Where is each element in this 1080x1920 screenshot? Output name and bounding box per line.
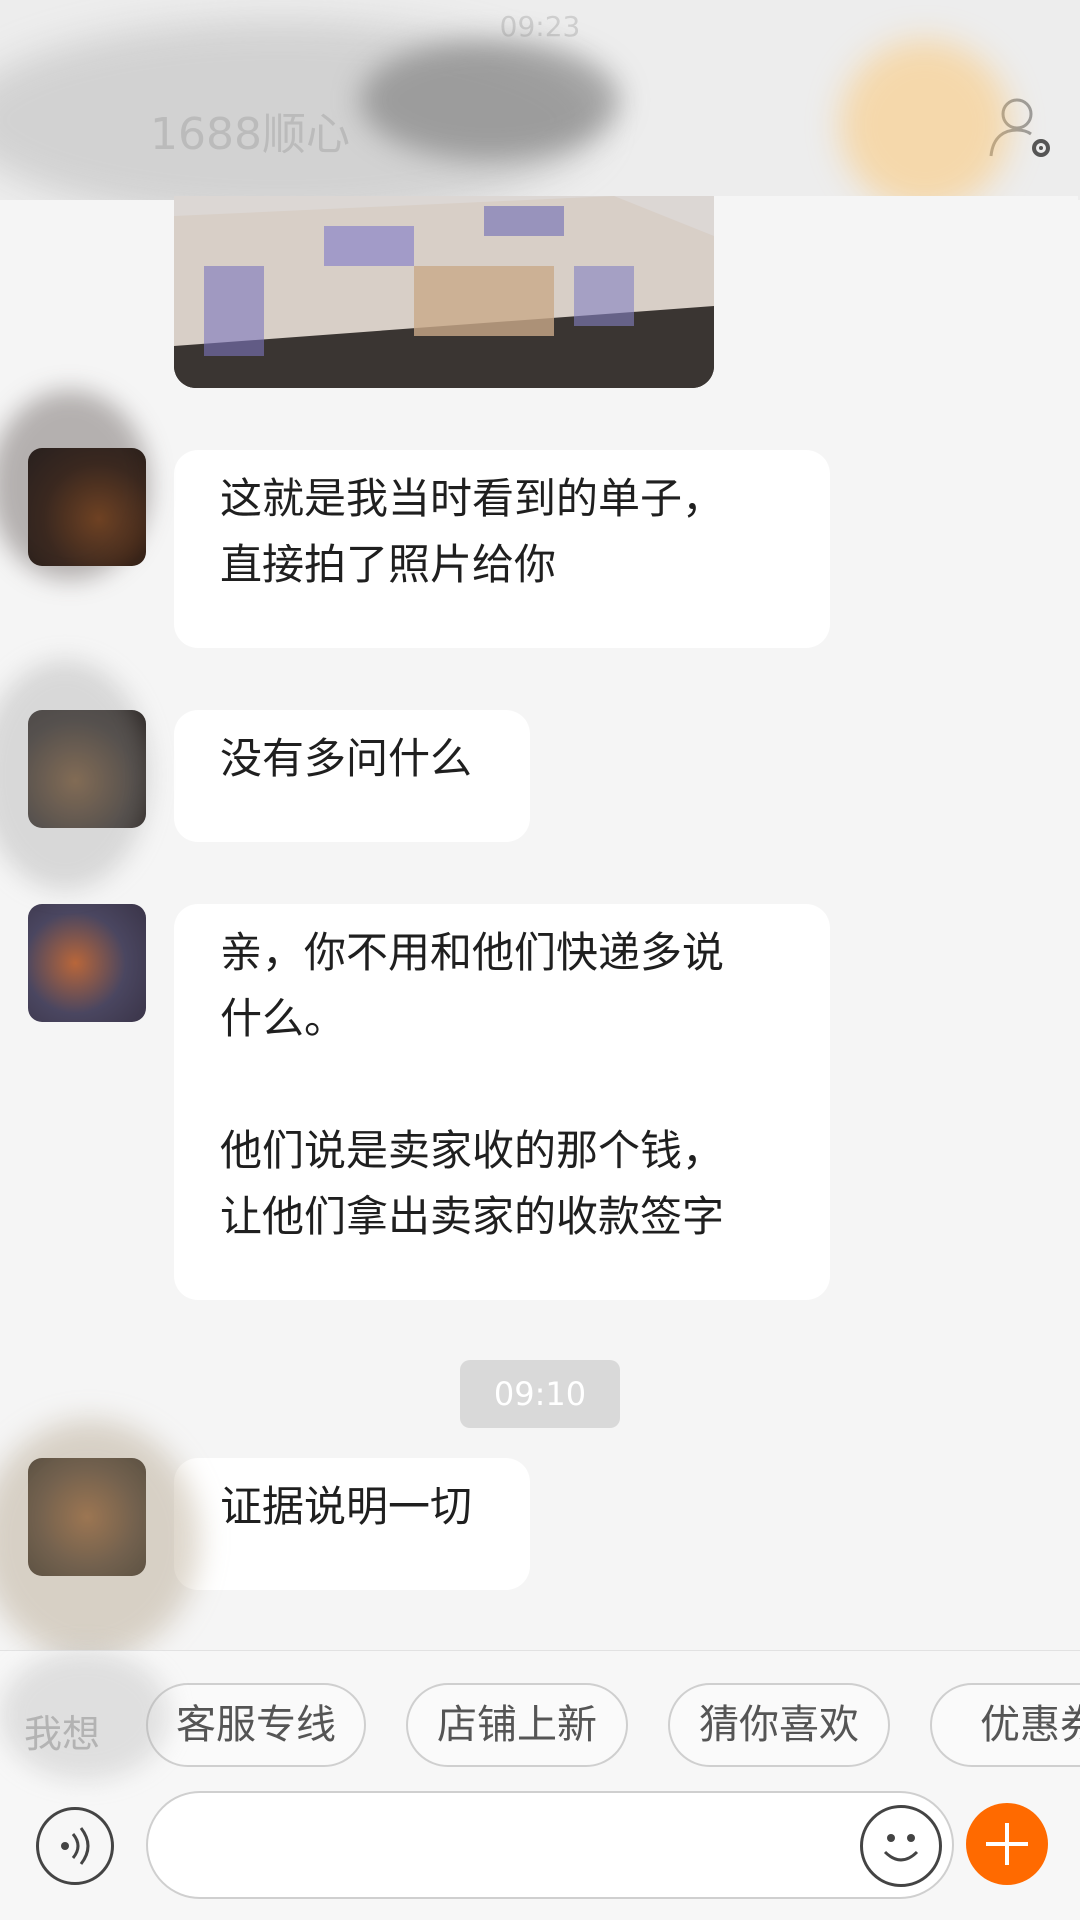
chat-title: 1688顺心 [150, 109, 350, 160]
image-message[interactable] [174, 196, 714, 388]
message-input[interactable] [146, 1791, 954, 1899]
chip-coupons[interactable]: 优惠券 [930, 1683, 1080, 1767]
sender-avatar[interactable] [28, 710, 146, 828]
status-time: 09:23 [499, 10, 581, 43]
voice-icon[interactable] [36, 1807, 114, 1885]
chip-store-new[interactable]: 店铺上新 [406, 1683, 628, 1767]
time-divider: 09:10 [460, 1360, 620, 1428]
plus-icon[interactable] [966, 1803, 1048, 1885]
quick-reply-label: 我想 [24, 1712, 101, 1756]
status-bar: 09:23 [0, 0, 1080, 50]
chip-guess-you-like[interactable]: 猜你喜欢 [668, 1683, 890, 1767]
bottom-bar: 我想 客服专线 店铺上新 猜你喜欢 优惠券 [0, 1650, 1080, 1920]
message-bubble: 亲，你不用和他们快递多说 什么。 他们说是卖家收的那个钱， 让他们拿出卖家的收款… [174, 904, 830, 1300]
profile-settings-icon[interactable] [985, 92, 1055, 162]
sender-avatar[interactable] [28, 448, 146, 566]
chip-customer-service[interactable]: 客服专线 [146, 1683, 366, 1767]
emoji-icon[interactable] [860, 1805, 942, 1887]
sender-avatar[interactable] [28, 904, 146, 1022]
chat-header: 1688顺心 [0, 50, 1080, 200]
sender-avatar[interactable] [28, 1458, 146, 1576]
message-bubble: 没有多问什么 [174, 710, 530, 842]
chat-screen: 09:23 1688顺心 这就是我当时看到的单子， 直接拍了照片给你 没有多问什… [0, 0, 1080, 1920]
message-bubble: 证据说明一切 [174, 1458, 530, 1590]
message-bubble: 这就是我当时看到的单子， 直接拍了照片给你 [174, 450, 830, 648]
